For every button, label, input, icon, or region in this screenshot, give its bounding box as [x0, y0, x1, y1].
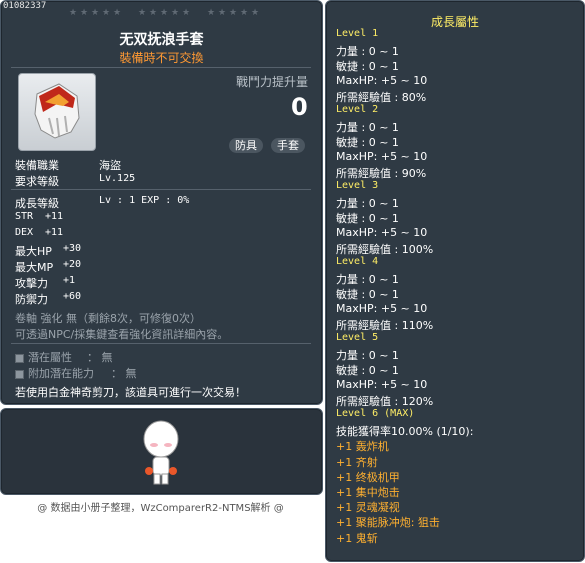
skill-bonus-line: +1 鬼斩: [336, 531, 378, 545]
divider: [11, 67, 311, 68]
growth-level-line: 力量 : 0 ~ 1: [336, 197, 399, 211]
growth-level-row: 成長等級 Lv : 1 EXP : 0%: [15, 195, 189, 211]
growth-level-heading: Level 4: [336, 256, 379, 267]
divider: [11, 343, 311, 344]
star-icon: ★: [160, 8, 169, 18]
growth-level-value: Lv : 1 EXP : 0%: [99, 195, 190, 206]
growth-level-line: 力量 : 0 ~ 1: [336, 273, 399, 287]
growth-level-line: 所需經驗值 : 90%: [336, 166, 427, 180]
star-icon: ★: [251, 8, 260, 18]
item-title: 无双抚浪手套: [119, 32, 204, 48]
req-level-row: 要求等級 Lv.125: [15, 173, 135, 189]
job-value: 海盜: [99, 159, 121, 172]
growth-level-line: 力量 : 0 ~ 1: [336, 45, 399, 59]
trade-restriction: 裝備時不可交換: [119, 51, 204, 65]
star-icon: ★: [138, 8, 147, 18]
growth-level-label: 成長等級: [15, 197, 59, 210]
skill-bonus-line: +1 终极机甲: [336, 470, 400, 484]
scroll-note: 卷軸 強化 無（剩餘8次，可修復0次）: [15, 312, 201, 325]
potential-row: 潛在屬性 ： 無: [15, 349, 113, 365]
character-preview-panel: [0, 408, 323, 495]
growth-level-line: 敏捷 : 0 ~ 1: [336, 288, 399, 302]
skill-bonus-line: +1 聚能脉冲炮: 狙击: [336, 516, 440, 530]
star-icon: ★: [91, 8, 100, 18]
growth-level-line: MaxHP: +5 ~ 10: [336, 225, 428, 239]
potential-bullet-icon: [15, 353, 24, 363]
star-icon: ★: [207, 8, 216, 18]
skill-bonus-line: +1 轰炸机: [336, 440, 389, 454]
stat-row: 攻擊力 +1: [15, 275, 76, 290]
growth-level-line: 敏捷 : 0 ~ 1: [336, 136, 399, 150]
item-icon-frame: [18, 73, 96, 151]
stat-row: 防禦力 +60: [15, 291, 82, 306]
star-force-row: ★ ★ ★ ★ ★ ★ ★ ★ ★ ★ ★ ★ ★ ★ ★: [69, 9, 259, 19]
star-icon: ★: [102, 8, 111, 18]
job-label: 裝備職業: [15, 159, 59, 172]
star-icon: ★: [229, 8, 238, 18]
power-increase-value: 0: [291, 93, 308, 121]
star-icon: ★: [69, 8, 78, 18]
skill-rate-line: 技能獲得率10.00% (1/10):: [336, 425, 474, 439]
growth-level-line: MaxHP: +5 ~ 10: [336, 301, 428, 315]
npc-note: 可透過NPC/採集鍵查看強化資訊詳細內容。: [15, 328, 229, 341]
divider: [11, 189, 311, 190]
star-icon: ★: [171, 8, 180, 18]
growth-level-line: 敏捷 : 0 ~ 1: [336, 212, 399, 226]
item-tooltip-panel: 01082337 ★ ★ ★ ★ ★ ★ ★ ★ ★ ★ ★ ★ ★ ★ ★ 无双抚浪手套 裝備時不可交…: [0, 0, 323, 405]
star-icon: ★: [149, 8, 158, 18]
scissors-note: 若使用白金神奇剪刀，該道具可進行一次交易！: [15, 386, 246, 399]
growth-level-heading: Level 3: [336, 180, 379, 191]
footer-credit: @ 数据由小册子整理，WzComparerR2-NTMS解析 @: [37, 503, 284, 514]
skill-bonus-line: +1 集中炮击: [336, 486, 400, 499]
bonus-potential-bullet-icon: [15, 369, 24, 379]
skill-bonus-line: +1 灵魂凝视: [336, 501, 400, 515]
star-icon: ★: [182, 8, 191, 18]
growth-level-line: MaxHP: +5 ~ 10: [336, 73, 428, 87]
req-level-value: Lv.125: [99, 173, 136, 184]
bonus-potential-row: 附加潛在能力 ： 無: [15, 365, 137, 381]
job-row: 裝備職業 海盜: [15, 157, 121, 173]
stat-row: 最大HP +30: [15, 243, 82, 258]
growth-level-line: 所需經驗值 : 100%: [336, 242, 434, 256]
character-avatar-icon: [143, 420, 179, 485]
item-id: 01082337: [3, 1, 47, 11]
category-tag: 防具: [229, 138, 263, 153]
skill-bonus-line: +1 齐射: [336, 455, 378, 469]
star-icon: ★: [240, 8, 249, 18]
star-icon: ★: [218, 8, 227, 18]
growth-level-line: 敏捷 : 0 ~ 1: [336, 60, 399, 74]
star-icon: ★: [113, 8, 122, 18]
growth-level-heading: Level 5: [336, 332, 379, 343]
growth-level-line: 所需經驗值 : 80%: [336, 90, 427, 104]
star-icon: ★: [80, 8, 89, 18]
type-tag: 手套: [271, 138, 305, 153]
req-level-label: 要求等級: [15, 175, 59, 188]
growth-attributes-panel: 成長屬性 Level 1 力量 : 0 ~ 1 敏捷 : 0 ~ 1 MaxHP: +…: [325, 0, 585, 562]
stat-row: 最大MP +20: [15, 259, 82, 274]
growth-level-line: 所需經驗值 : 120%: [336, 394, 434, 408]
glove-icon: [34, 83, 80, 139]
stat-row: DEX +11: [15, 227, 64, 238]
growth-level-heading: Level 1: [336, 28, 379, 39]
growth-level-line: MaxHP: +5 ~ 10: [336, 149, 428, 163]
growth-level-line: 所需經驗值 : 110%: [336, 318, 434, 332]
growth-level-heading: Level 6 (MAX): [336, 408, 415, 419]
growth-level-heading: Level 2: [336, 104, 379, 115]
stat-row: STR +11: [15, 211, 64, 222]
growth-level-line: 力量 : 0 ~ 1: [336, 121, 399, 135]
power-increase-label: 戰鬥力提升量: [236, 75, 309, 89]
growth-level-line: 力量 : 0 ~ 1: [336, 349, 399, 363]
growth-level-line: MaxHP: +5 ~ 10: [336, 377, 428, 391]
growth-level-line: 敏捷 : 0 ~ 1: [336, 364, 399, 378]
